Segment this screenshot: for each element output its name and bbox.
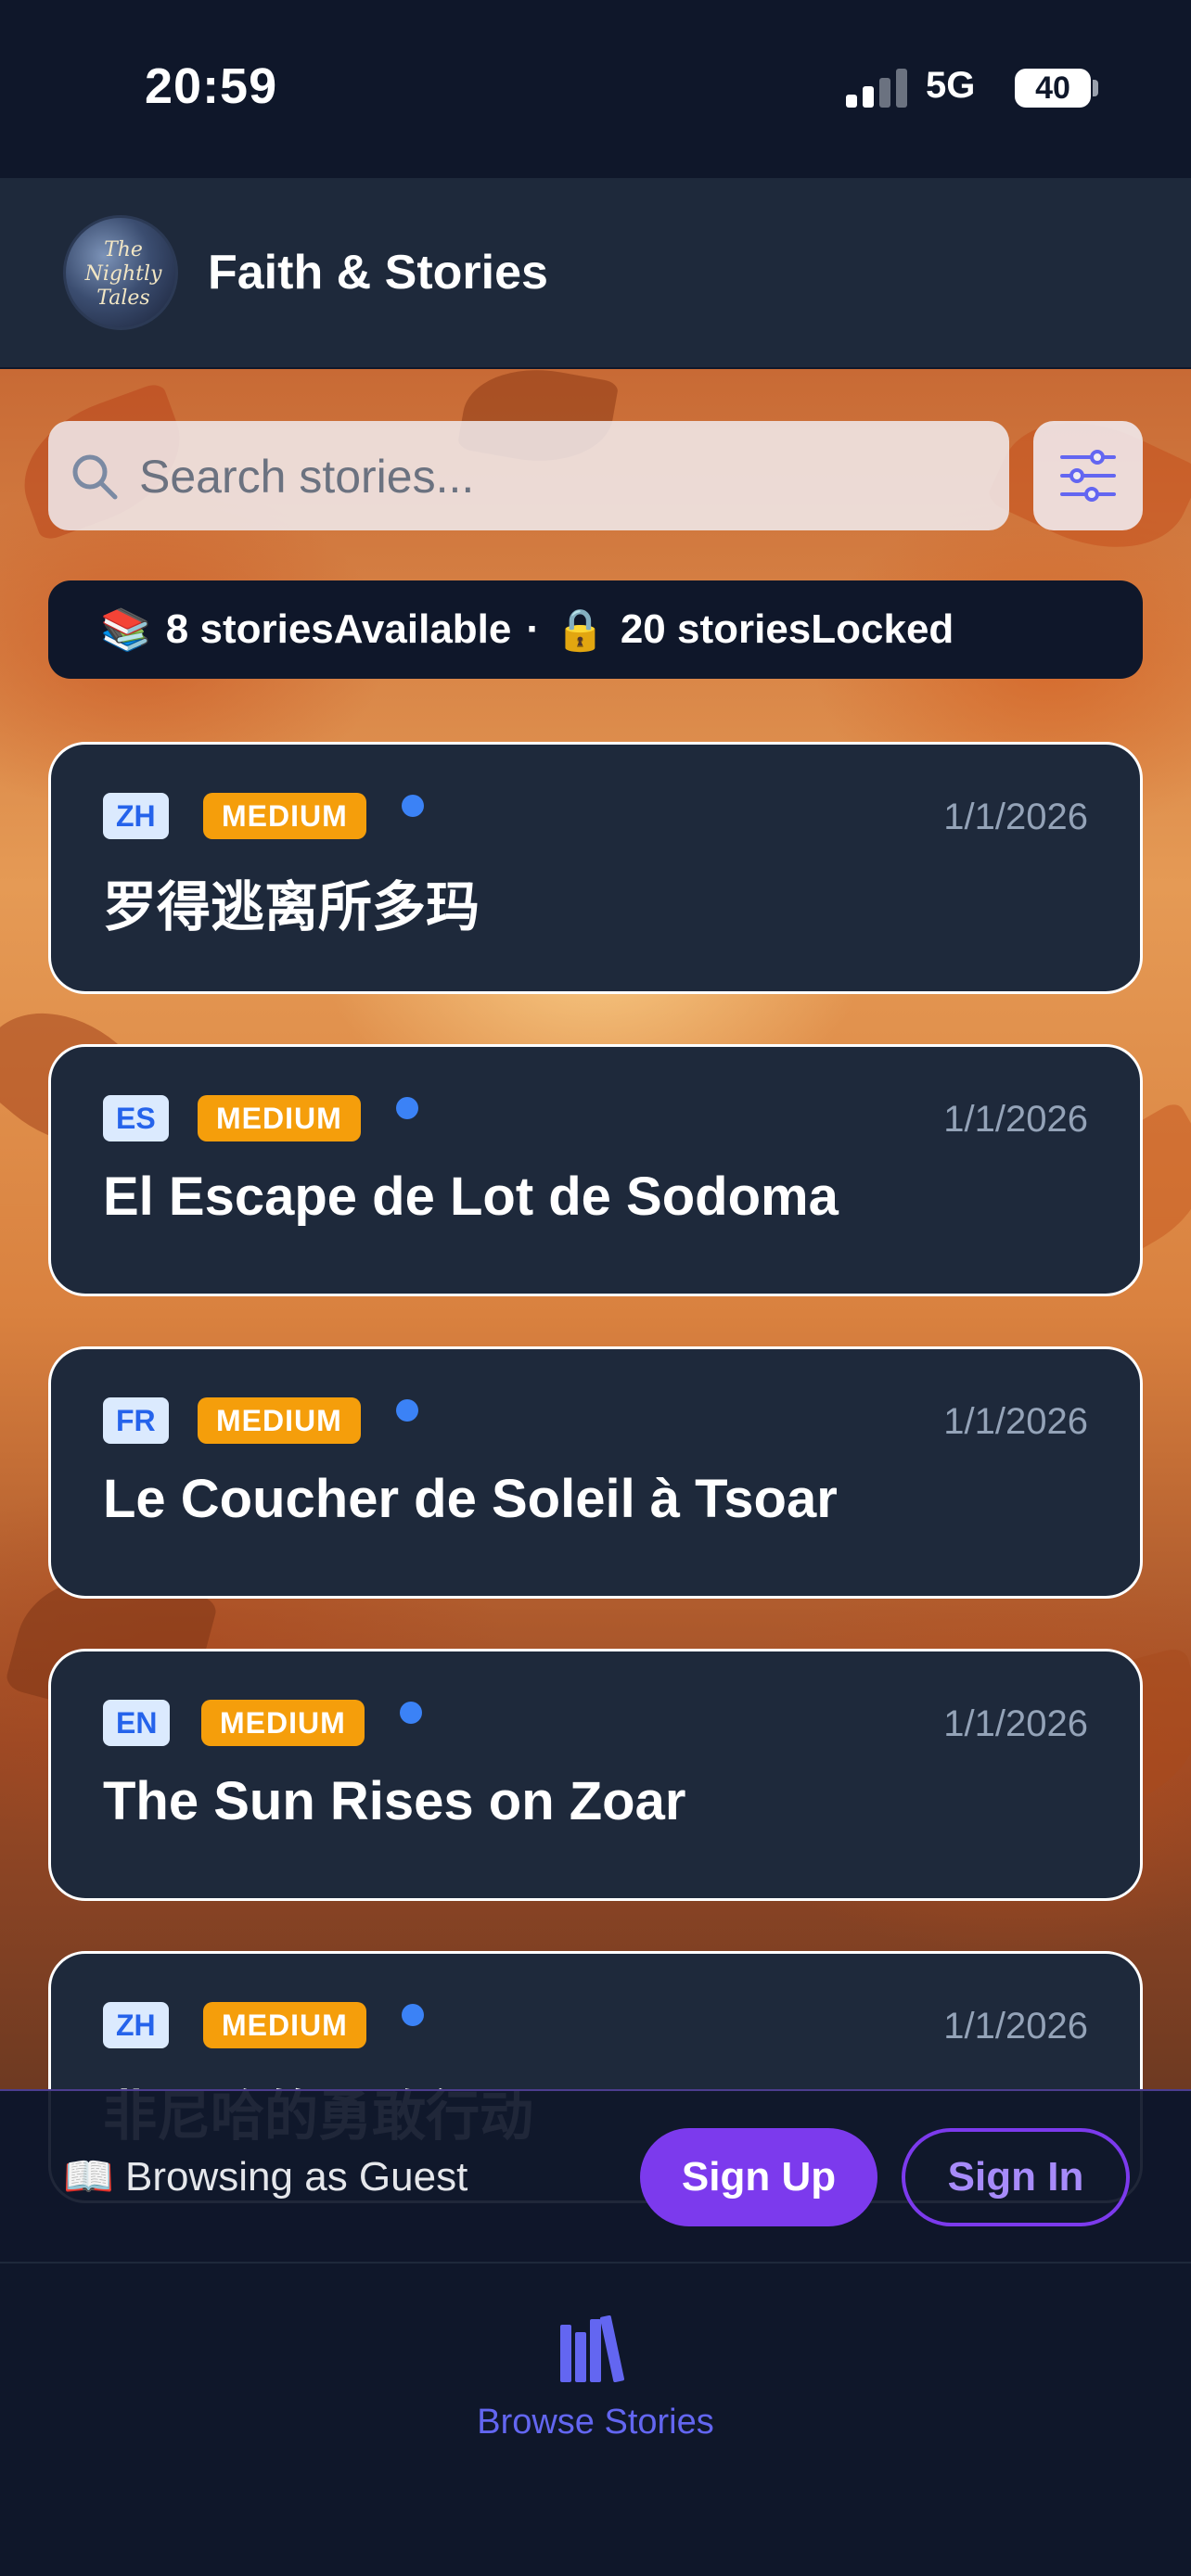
cellular-signal-icon: [846, 69, 907, 108]
tab-label: Browse Stories: [477, 2403, 714, 2442]
battery-icon: 40: [1015, 69, 1091, 108]
story-card[interactable]: ES MEDIUM 1/1/2026 El Escape de Lot de S…: [48, 1044, 1143, 1296]
story-date: 1/1/2026: [943, 1099, 1088, 1140]
books-icon: 📚: [100, 607, 151, 653]
story-card[interactable]: FR MEDIUM 1/1/2026 Le Coucher de Soleil …: [48, 1346, 1143, 1599]
language-badge: ES: [103, 1095, 169, 1141]
stats-separator: ·: [526, 606, 541, 652]
open-book-icon: 📖: [63, 2154, 114, 2200]
story-title: Le Coucher de Soleil à Tsoar: [103, 1469, 838, 1529]
story-date: 1/1/2026: [943, 1703, 1088, 1744]
story-title: The Sun Rises on Zoar: [103, 1771, 686, 1831]
language-badge: EN: [103, 1700, 171, 1746]
language-badge: ZH: [103, 2002, 169, 2048]
guest-status: 📖 Browsing as Guest: [63, 2152, 467, 2200]
status-time: 20:59: [145, 58, 278, 114]
new-indicator-dot: [402, 795, 424, 817]
story-title: 罗得逃离所多玛: [103, 877, 480, 937]
language-badge: ZH: [103, 793, 169, 839]
sign-in-button[interactable]: Sign In: [902, 2128, 1130, 2226]
status-bar: 20:59 5G 40: [0, 0, 1191, 178]
difficulty-badge: MEDIUM: [203, 2002, 366, 2048]
difficulty-badge: MEDIUM: [203, 793, 366, 839]
language-badge: FR: [103, 1397, 169, 1444]
new-indicator-dot: [402, 2004, 424, 2026]
lock-icon: 🔒: [555, 607, 606, 653]
search-icon: [72, 454, 118, 500]
app-logo[interactable]: The Nightly Tales: [63, 215, 178, 330]
sliders-icon: [1060, 450, 1116, 502]
difficulty-badge: MEDIUM: [201, 1700, 365, 1746]
network-type: 5G: [926, 65, 976, 106]
locked-count: 20 storiesLocked: [620, 606, 954, 652]
filter-button[interactable]: [1033, 421, 1143, 530]
stories-stats-bar: 📚 8 storiesAvailable · 🔒 20 storiesLocke…: [48, 580, 1143, 679]
new-indicator-dot: [396, 1097, 418, 1119]
story-date: 1/1/2026: [943, 797, 1088, 837]
sign-up-button[interactable]: Sign Up: [640, 2128, 877, 2226]
new-indicator-dot: [400, 1702, 422, 1724]
library-books-icon: [560, 2315, 624, 2382]
difficulty-badge: MEDIUM: [198, 1397, 361, 1444]
story-date: 1/1/2026: [943, 1401, 1088, 1442]
app-title: Faith & Stories: [208, 246, 548, 300]
bottom-tab-bar: Browse Stories: [0, 2262, 1191, 2576]
search-input[interactable]: Search stories...: [48, 421, 1009, 530]
battery-nub: [1093, 80, 1098, 96]
story-card[interactable]: EN MEDIUM 1/1/2026 The Sun Rises on Zoar: [48, 1649, 1143, 1901]
guest-status-label: Browsing as Guest: [125, 2154, 468, 2200]
tab-browse-stories[interactable]: Browse Stories: [456, 2315, 735, 2455]
story-title: El Escape de Lot de Sodoma: [103, 1167, 839, 1227]
story-card[interactable]: ZH MEDIUM 1/1/2026 罗得逃离所多玛: [48, 742, 1143, 994]
new-indicator-dot: [396, 1399, 418, 1422]
difficulty-badge: MEDIUM: [198, 1095, 361, 1141]
search-placeholder: Search stories...: [139, 451, 475, 503]
app-header: The Nightly Tales Faith & Stories: [0, 178, 1191, 369]
story-date: 1/1/2026: [943, 2006, 1088, 2047]
guest-banner: 📖 Browsing as Guest Sign Up Sign In: [0, 2089, 1191, 2262]
available-count: 8 storiesAvailable: [165, 606, 512, 652]
logo-text: The Nightly Tales: [84, 238, 162, 310]
